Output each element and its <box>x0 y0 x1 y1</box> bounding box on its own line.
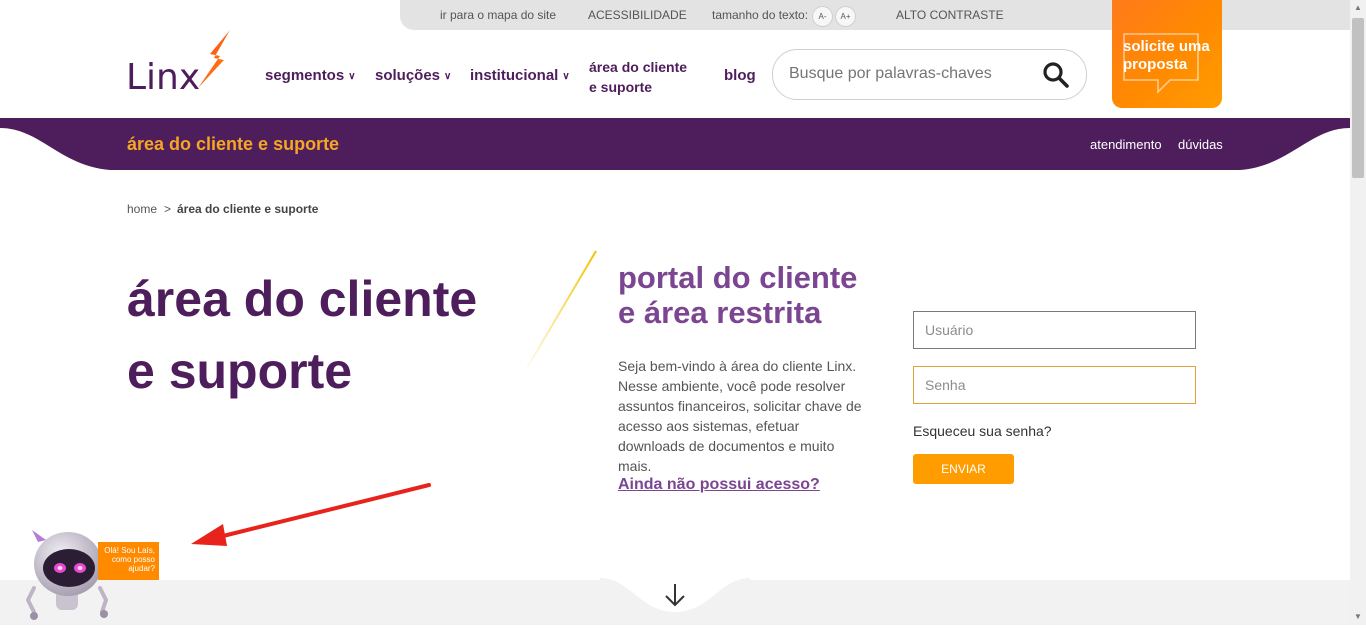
duvidas-link[interactable]: dúvidas <box>1178 137 1223 152</box>
portal-title-line1: portal do cliente <box>618 260 858 295</box>
portal-description: Seja bem-vindo à área do cliente Linx. N… <box>618 358 862 474</box>
nav-institucional-label: institucional <box>470 67 559 84</box>
scroll-down-arrow[interactable]: ▼ <box>1350 609 1366 625</box>
portal-title-line2: e área restrita <box>618 295 822 330</box>
nav-solucoes-label: soluções <box>375 67 441 84</box>
chevron-down-icon: ∨ <box>444 71 452 82</box>
nav-area-line1: área do cliente <box>589 59 688 75</box>
search-icon[interactable] <box>1042 61 1070 89</box>
page-title: área do cliente e suporte <box>127 263 547 407</box>
nav-area-cliente[interactable]: área do cliente e suporte <box>589 57 687 97</box>
scrollbar-thumb[interactable] <box>1352 18 1364 178</box>
password-field[interactable] <box>913 366 1196 404</box>
search-input[interactable] <box>789 60 1019 88</box>
nav-segmentos-label: segmentos <box>265 67 345 84</box>
annotation-arrow <box>185 480 435 550</box>
no-access-link[interactable]: Ainda não possui acesso? <box>618 476 820 494</box>
chevron-down-icon: ∨ <box>348 71 356 82</box>
chatbot-line3: ajudar? <box>128 564 155 573</box>
chatbot-bubble[interactable]: Olá! Sou Laís, como posso ajudar? <box>98 542 159 580</box>
submit-button[interactable]: ENVIAR <box>913 454 1014 484</box>
linx-logo-mark: Linx <box>126 30 230 98</box>
nav-solucoes[interactable]: soluções ∨ <box>375 67 451 84</box>
nav-segmentos[interactable]: segmentos ∨ <box>265 67 356 84</box>
bottom-band-mask-right <box>750 568 1350 580</box>
page-title-line2: e suporte <box>127 343 353 399</box>
speech-bubble-icon <box>1120 30 1202 96</box>
nav-area-line2: e suporte <box>589 79 653 95</box>
breadcrumb-separator: > <box>164 202 172 216</box>
high-contrast-link[interactable]: ALTO CONTRASTE <box>896 8 1004 22</box>
sitemap-link[interactable]: ir para o mapa do site <box>440 8 556 22</box>
logo-text: Linx <box>126 57 200 94</box>
username-field[interactable] <box>913 311 1196 349</box>
forgot-password-link[interactable]: Esqueceu sua senha? <box>913 423 1052 439</box>
breadcrumb-current: área do cliente e suporte <box>177 202 319 216</box>
scroll-down-tab[interactable] <box>600 568 750 625</box>
accessibility-link[interactable]: ACESSIBILIDADE <box>588 8 687 22</box>
chatbot-line1: Olá! Sou Laís, <box>104 546 155 555</box>
scroll-up-arrow[interactable]: ▲ <box>1350 0 1366 16</box>
atendimento-link[interactable]: atendimento <box>1090 137 1162 152</box>
font-decrease-button[interactable]: A- <box>813 7 832 26</box>
band-title: área do cliente e suporte <box>127 134 340 154</box>
page-title-line1: área do cliente <box>127 271 478 327</box>
decorative-divider <box>520 248 600 376</box>
breadcrumb-home[interactable]: home <box>127 202 157 216</box>
utility-bar-extension <box>1222 0 1350 30</box>
nav-blog[interactable]: blog <box>724 67 756 84</box>
font-increase-button[interactable]: A+ <box>836 7 855 26</box>
text-size-label: tamanho do texto: <box>712 8 809 22</box>
chatbot-line2: como posso <box>111 555 155 564</box>
linx-logo[interactable]: Linx <box>126 28 236 98</box>
nav-institucional[interactable]: institucional ∨ <box>470 67 570 84</box>
chevron-down-icon: ∨ <box>562 71 570 82</box>
portal-title: portal do cliente e área restrita <box>618 260 898 330</box>
